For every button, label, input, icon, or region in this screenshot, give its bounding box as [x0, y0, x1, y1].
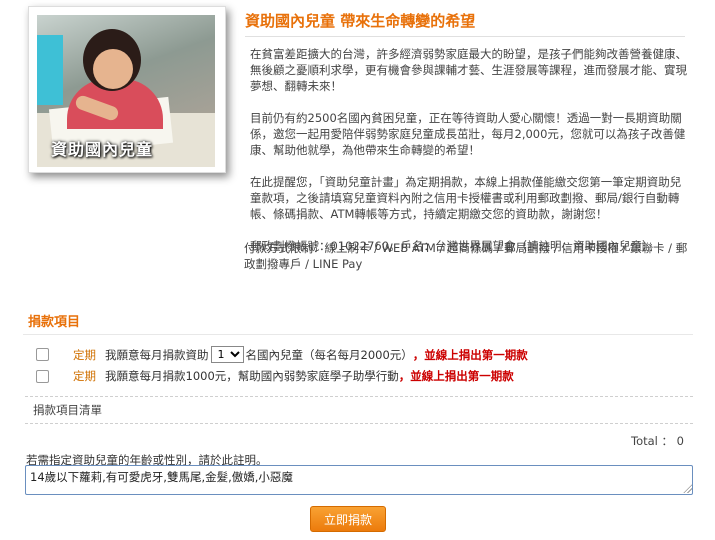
section-divider: [23, 334, 693, 335]
donation-item-checkbox[interactable]: [36, 348, 49, 361]
first-payment-note: ，並線上捐出第一期款: [412, 347, 528, 362]
intro-divider: [245, 36, 685, 37]
donation-item-text: 我願意每月捐款1000元，幫助國內弱勢家庭學子助學行動: [105, 369, 399, 383]
donation-item-checkbox[interactable]: [36, 369, 49, 383]
intro-photo-frame: 資助國內兒童: [28, 6, 226, 173]
photo-caption: 資助國內兒童: [51, 140, 154, 159]
intro-paragraph-2: 目前仍有約2500名國內貧困兒童，正在等待資助人愛心關懷！透過一對一長期資助關係…: [250, 111, 686, 157]
intro-description: 在貧富差距擴大的台灣，許多經濟弱勢家庭最大的盼望，是孩子們能夠改善營養健康、無後…: [250, 46, 690, 254]
first-payment-note: ，並線上捐出第一期款: [398, 369, 514, 383]
donation-item-text-after: 名國內兒童（每名每月2000元）: [245, 347, 413, 362]
total-value: 0: [676, 434, 684, 448]
child-writing-photo: 資助國內兒童: [37, 15, 215, 167]
donation-section-title: 捐款項目: [28, 315, 81, 330]
list-divider-top: [25, 396, 693, 397]
textarea-resize-handle[interactable]: [683, 484, 692, 493]
intro-title: 資助國內兒童 帶來生命轉變的希望: [245, 12, 476, 30]
donate-now-button[interactable]: 立即捐款: [310, 506, 386, 532]
payment-methods: 付款方式限制：線上刷卡 / WEB ATM / 超商條碼 / 郵局劃撥 / 信用…: [244, 241, 688, 271]
donation-item-sponsor-child: 定期 我願意每月捐款資助 1 名國內兒童（每名每月2000元） ，並線上捐出第一…: [36, 346, 528, 363]
list-divider-bottom: [25, 423, 693, 424]
donation-total: Total ： 0: [631, 433, 684, 449]
child-count-select[interactable]: 1: [210, 346, 244, 363]
donation-item-text: 我願意每月捐款資助: [105, 347, 209, 362]
recurring-tag: 定期: [73, 369, 96, 383]
intro-paragraph-3: 在此提醒您，「資助兒童計畫」為定期捐款，本線上捐款僅能繳交您第一筆定期資助兒童款…: [250, 175, 682, 221]
child-preference-textarea[interactable]: 14歲以下蘿莉,有可愛虎牙,雙馬尾,金髮,傲嬌,小惡魔: [25, 465, 693, 495]
donation-item-student-aid: 定期 我願意每月捐款1000元，幫助國內弱勢家庭學子助學行動 ，並線上捐出第一期…: [36, 368, 514, 384]
recurring-tag: 定期: [73, 347, 96, 362]
donation-list-header: 捐款項目清單: [33, 403, 102, 417]
total-label: Total ：: [631, 434, 674, 448]
intro-paragraph-1: 在貧富差距擴大的台灣，許多經濟弱勢家庭最大的盼望，是孩子們能夠改善營養健康、無後…: [250, 47, 687, 93]
